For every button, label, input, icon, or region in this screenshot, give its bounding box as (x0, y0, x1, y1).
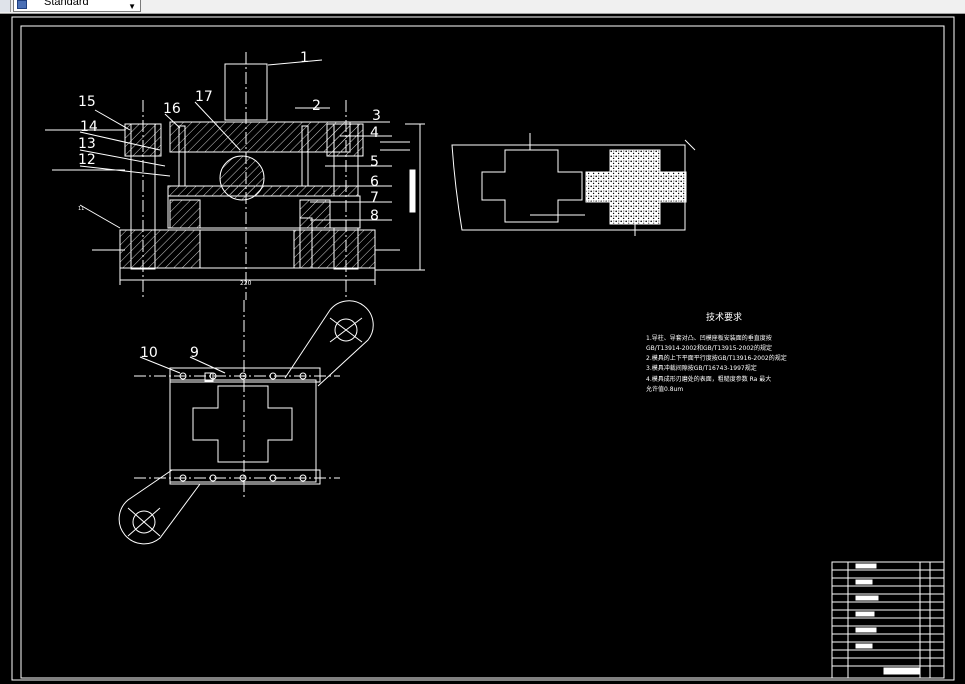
strip-layout-view (451, 133, 696, 236)
balloon-8: 8 (370, 208, 379, 224)
balloon-15: 15 (78, 94, 96, 110)
title-block (831, 561, 945, 679)
toolbar-grip-icon (0, 0, 11, 12)
balloon-5: 5 (370, 154, 379, 170)
text-style-icon (17, 0, 27, 9)
toolbar: Standard ▼ (0, 0, 965, 14)
balloon-14: 14 (80, 119, 98, 135)
balloon-4: 4 (370, 125, 379, 141)
balloon-10: 10 (140, 345, 158, 361)
balloon-1: 1 (300, 50, 309, 66)
tech-line-5: 4.模具成形刃磨处的表面，粗糙度参数 Ra 最大 (646, 375, 771, 383)
arm-upper (284, 300, 374, 387)
tech-line-1: 1.导柱、导套对凸、凹模座板安装面的垂直度按 (646, 334, 772, 342)
tech-line-2: GB/T13914-2002和GB/T13915-2002的规定 (646, 344, 772, 352)
plan-plate (169, 379, 317, 483)
text-style-value: Standard (44, 0, 89, 8)
balloon-9: 9 (190, 345, 199, 361)
tech-line-6: 允许值0.8um (646, 385, 683, 393)
plan-view (118, 300, 374, 545)
upper-plate (169, 121, 351, 153)
balloon-3: 3 (372, 108, 381, 124)
chevron-down-icon[interactable]: ▼ (128, 2, 136, 11)
tech-line-3: 2.模具的上下平面平行度按GB/T13916-2002的规定 (646, 354, 787, 362)
stripper-plate (167, 185, 359, 197)
balloon-6: 6 (370, 174, 379, 190)
balloon-17: 17 (195, 89, 213, 105)
punch-head (219, 155, 265, 201)
tech-requirements-title: 技术要求 (706, 311, 742, 323)
tech-line-4: 3.模具冲裁间隙按GB/T16743-1997规定 (646, 364, 757, 372)
balloon-7: 7 (370, 190, 379, 206)
cad-drawing-canvas[interactable]: 1 2 3 4 5 6 7 8 9 10 11 12 13 14 15 16 1… (0, 13, 965, 684)
balloon-11: 11 (78, 206, 84, 212)
balloon-2: 2 (312, 98, 321, 114)
balloon-16: 16 (163, 101, 181, 117)
text-style-dropdown[interactable]: Standard ▼ (13, 0, 141, 12)
balloon-12: 12 (78, 152, 96, 168)
front-section-view (45, 52, 425, 300)
balloon-13: 13 (78, 136, 96, 152)
overall-dimension: 220 (240, 280, 252, 287)
